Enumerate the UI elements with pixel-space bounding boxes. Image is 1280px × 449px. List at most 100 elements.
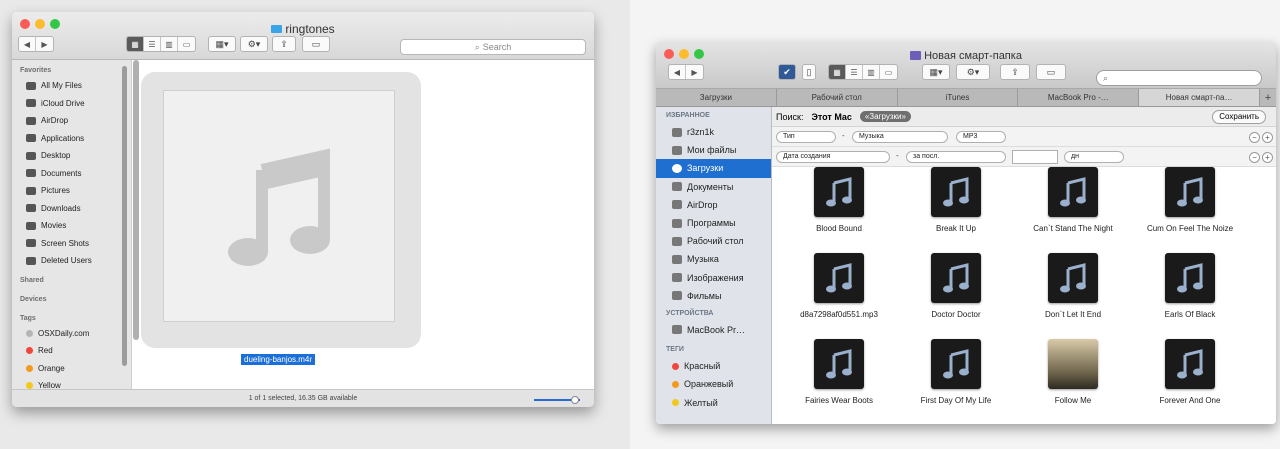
cover-flow-button[interactable]: ▭	[178, 37, 195, 51]
add-criteria-button[interactable]: +	[1262, 132, 1273, 143]
action-gear-button[interactable]: ⚙▾	[956, 64, 990, 80]
sidebar-tag-2[interactable]: Оранжевый	[656, 375, 771, 393]
sidebar-item-applications[interactable]: Applications	[12, 130, 131, 148]
sidebar-item-documents[interactable]: Documents	[12, 165, 131, 183]
back-button[interactable]: ◀	[19, 37, 36, 51]
sidebar-item-9[interactable]: Изображения	[656, 269, 771, 287]
action-gear-button[interactable]: ⚙▾	[240, 36, 268, 52]
file-item[interactable]: Fairies Wear Boots	[780, 339, 898, 406]
criteria-unit-select[interactable]: дн	[1064, 151, 1124, 163]
sidebar-item-all-my-files[interactable]: All My Files	[12, 77, 131, 95]
icon-size-slider-knob[interactable]	[571, 396, 580, 404]
column-view-button[interactable]: ▥	[161, 37, 178, 51]
criteria-value-select[interactable]: MP3	[956, 131, 1006, 143]
file-item[interactable]: Blood Bound	[780, 167, 898, 234]
sidebar-item-6[interactable]: Программы	[656, 214, 771, 232]
icon-view-button[interactable]: ▦	[829, 65, 846, 79]
sidebar-item-downloads[interactable]: Downloads	[12, 200, 131, 218]
file-item[interactable]: Cum On Feel The Noize	[1131, 167, 1249, 234]
sidebar-item-label: Красный	[684, 361, 721, 372]
sidebar-tag-orange[interactable]: Orange	[12, 360, 131, 378]
tags-button[interactable]: ▭	[1036, 64, 1066, 80]
tab-3[interactable]: iTunes	[898, 89, 1019, 106]
movies-icon	[672, 291, 682, 301]
sidebar-item-3[interactable]: Загрузки	[656, 159, 771, 178]
selected-file-name[interactable]: dueling-banjos.m4r	[241, 354, 316, 365]
file-item[interactable]: Forever And One	[1131, 339, 1249, 406]
sidebar-item-5[interactable]: AirDrop	[656, 196, 771, 214]
sidebar-item-label: Orange	[38, 363, 65, 373]
criteria-op-select[interactable]: Музыка	[852, 131, 948, 143]
tab-4[interactable]: MacBook Pro -…	[1018, 89, 1140, 106]
search-input[interactable]: ⌕ Search	[400, 39, 586, 55]
sidebar-item-screen-shots[interactable]: Screen Shots	[12, 235, 131, 253]
share-button[interactable]: ⇪	[272, 36, 296, 52]
downloads-icon	[672, 163, 682, 173]
file-item[interactable]: Can`t Stand The Night	[1014, 167, 1132, 234]
file-item[interactable]: First Day Of My Life	[897, 339, 1015, 406]
sidebar-header-devices[interactable]: Devices	[12, 293, 131, 306]
content-scrollbar[interactable]	[133, 60, 139, 340]
search-input[interactable]: ⌕	[1096, 70, 1262, 86]
file-item[interactable]: Follow Me	[1014, 339, 1132, 406]
back-button[interactable]: ◀	[669, 65, 686, 79]
scope-downloads[interactable]: «Загрузки»	[859, 111, 911, 122]
sidebar-item-deleted-users[interactable]: Deleted Users	[12, 252, 131, 270]
sidebar-item-4[interactable]: Документы	[656, 178, 771, 196]
icon-view-button[interactable]: ▦	[127, 37, 144, 51]
toolbar: ringtones ◀ ▶ ▦ ☰ ▥ ▭ ▦▾ ⚙▾ ⇪ ▭ ⌕ Search	[12, 12, 594, 60]
sidebar-device-item[interactable]: MacBook Pr…	[656, 321, 771, 339]
file-item[interactable]: Don`t Let It End	[1014, 253, 1132, 320]
sidebar-scrollbar[interactable]	[122, 66, 127, 366]
forward-button[interactable]: ▶	[686, 65, 703, 79]
sidebar-item-desktop[interactable]: Desktop	[12, 147, 131, 165]
criteria-row-date: Дата создания - за посл. дн − +	[772, 147, 1276, 167]
sidebar-tag-1[interactable]: Красный	[656, 357, 771, 375]
document-icon[interactable]: ▯	[802, 64, 816, 80]
folder-icon	[271, 25, 283, 33]
sidebar-item-7[interactable]: Рабочий стол	[656, 232, 771, 250]
file-item[interactable]: d8a7298af0d551.mp3	[780, 253, 898, 320]
sidebar-item-movies[interactable]: Movies	[12, 217, 131, 235]
criteria-attribute-select[interactable]: Дата создания	[776, 151, 890, 163]
add-criteria-button[interactable]: +	[1262, 152, 1273, 163]
sidebar-item-10[interactable]: Фильмы	[656, 287, 771, 305]
sidebar-item-pictures[interactable]: Pictures	[12, 182, 131, 200]
file-thumbnail[interactable]	[163, 90, 395, 322]
save-button[interactable]: Сохранить	[1212, 110, 1266, 124]
column-view-button[interactable]: ▥	[863, 65, 880, 79]
sidebar-tag-osxdaily-com[interactable]: OSXDaily.com	[12, 325, 131, 343]
sidebar-item-2[interactable]: Мои файлы	[656, 141, 771, 159]
list-view-button[interactable]: ☰	[846, 65, 863, 79]
bookmark-icon[interactable]: ✔	[778, 64, 796, 80]
sidebar-item-8[interactable]: Музыка	[656, 250, 771, 268]
sidebar-item-icloud-drive[interactable]: iCloud Drive	[12, 95, 131, 113]
remove-criteria-button[interactable]: −	[1249, 132, 1260, 143]
sidebar-item-airdrop[interactable]: AirDrop	[12, 112, 131, 130]
laptop-icon	[672, 325, 682, 335]
sidebar-tag-3[interactable]: Желтый	[656, 393, 771, 411]
file-item[interactable]: Break It Up	[897, 167, 1015, 234]
tags-button[interactable]: ▭	[302, 36, 330, 52]
sidebar-item-label: Оранжевый	[684, 379, 734, 390]
scope-this-mac[interactable]: Этот Mac	[811, 112, 851, 122]
file-item[interactable]: Doctor Doctor	[897, 253, 1015, 320]
forward-button[interactable]: ▶	[36, 37, 53, 51]
new-tab-button[interactable]: +	[1260, 89, 1276, 106]
criteria-days-input[interactable]	[1012, 150, 1058, 164]
sidebar-item-1[interactable]: r3zn1k	[656, 123, 771, 141]
share-button[interactable]: ⇪	[1000, 64, 1030, 80]
arrange-button[interactable]: ▦▾	[922, 64, 950, 80]
cover-flow-button[interactable]: ▭	[880, 65, 897, 79]
criteria-attribute-select[interactable]: Тип	[776, 131, 836, 143]
sidebar-header-shared[interactable]: Shared	[12, 274, 131, 287]
tab-1[interactable]: Загрузки	[656, 89, 777, 106]
arrange-button[interactable]: ▦▾	[208, 36, 236, 52]
list-view-button[interactable]: ☰	[144, 37, 161, 51]
remove-criteria-button[interactable]: −	[1249, 152, 1260, 163]
sidebar-tag-red[interactable]: Red	[12, 342, 131, 360]
tab-5[interactable]: Новая смарт-па…	[1139, 89, 1260, 106]
file-item[interactable]: Earls Of Black	[1131, 253, 1249, 320]
tab-2[interactable]: Рабочий стол	[777, 89, 898, 106]
criteria-op-select[interactable]: за посл.	[906, 151, 1006, 163]
